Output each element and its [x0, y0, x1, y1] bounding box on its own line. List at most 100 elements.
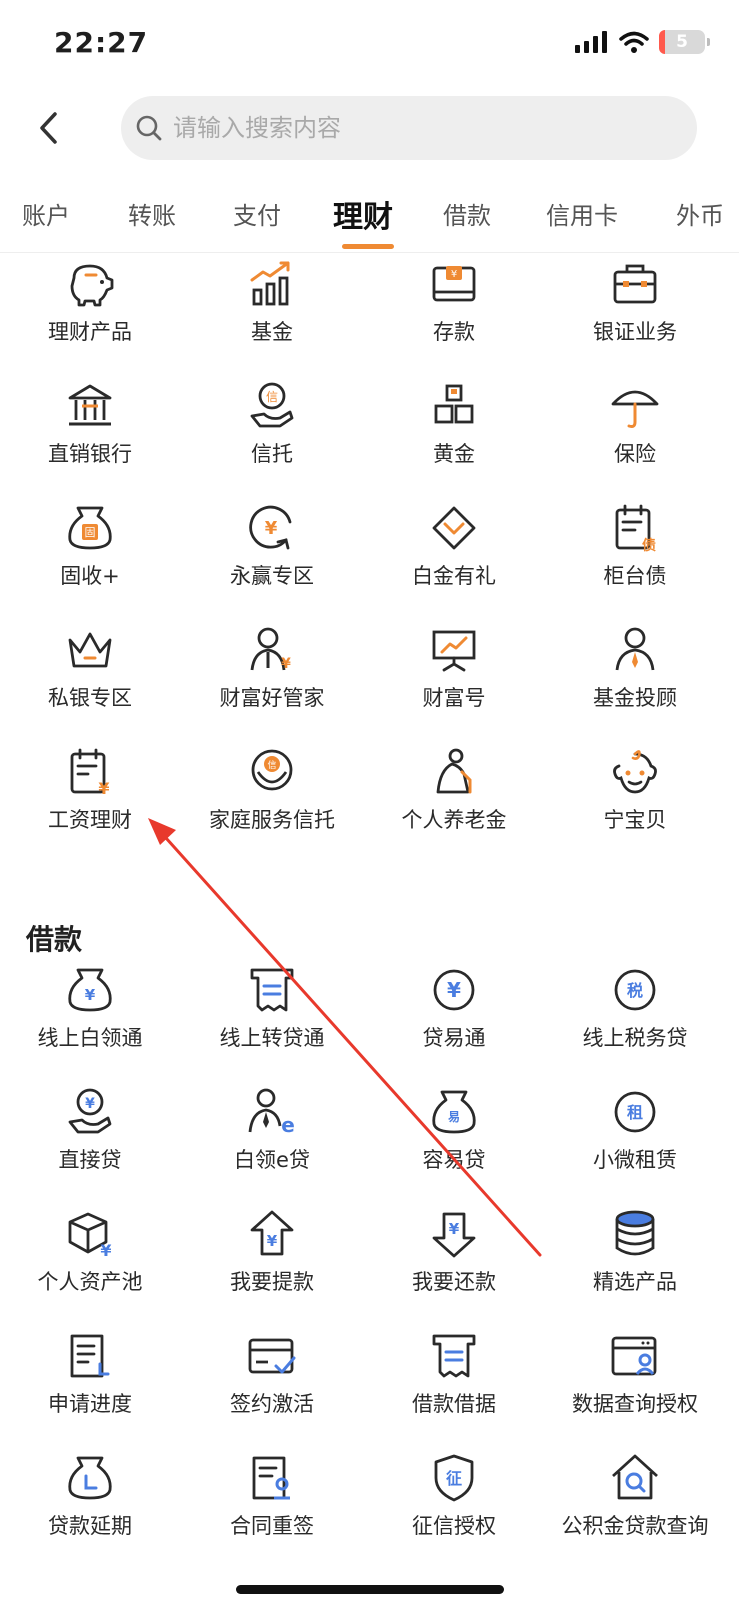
grid-item-selected-products[interactable]: 精选产品: [543, 1208, 727, 1320]
search-box[interactable]: [121, 96, 697, 160]
grid-item-salary-wealth[interactable]: ¥ 工资理财: [0, 746, 182, 858]
grid-item-withdraw[interactable]: ¥ 我要提款: [180, 1208, 364, 1320]
grid-item-label: 柜台债: [603, 564, 667, 588]
tab-transfer[interactable]: 转账: [128, 196, 176, 231]
tab-loan[interactable]: 借款: [443, 196, 491, 231]
grid-item-label: 个人资产池: [37, 1270, 143, 1294]
grid-item-label: 签约激活: [230, 1392, 314, 1416]
grid-item-label: 保险: [614, 442, 656, 466]
grid-item-wealth-products[interactable]: 理财产品: [0, 258, 182, 370]
grid-item-online-tax-loan[interactable]: 税 线上税务贷: [543, 964, 727, 1076]
fund-chart-icon: [250, 261, 290, 306]
briefcase-icon: [613, 264, 657, 304]
presentation-board-icon: [432, 630, 476, 672]
grid-item-data-query-auth[interactable]: 数据查询授权: [543, 1330, 727, 1442]
grid-item-application-progress[interactable]: 申请进度: [0, 1330, 182, 1442]
grid-item-dai-yi-tong[interactable]: ¥ 贷易通: [362, 964, 546, 1076]
cellular-signal-icon: [575, 31, 607, 53]
grid-item-contract-resign[interactable]: 合同重签: [180, 1452, 364, 1564]
wifi-icon: [619, 31, 649, 53]
svg-text:¥: ¥: [85, 1096, 95, 1112]
grid-item-loan-receipt[interactable]: 借款借据: [362, 1330, 546, 1442]
svg-text:¥: ¥: [85, 986, 96, 1004]
grid-item-direct-loan[interactable]: ¥ 直接贷: [0, 1086, 182, 1198]
back-button[interactable]: [28, 108, 68, 148]
loan-receipt-icon: [432, 1334, 476, 1378]
search-input[interactable]: [171, 113, 675, 143]
grid-item-insurance[interactable]: 保险: [543, 380, 727, 492]
grid-item-fund-advisory[interactable]: 基金投顾: [543, 624, 727, 736]
svg-text:固: 固: [85, 526, 96, 539]
grid-item-label: 直接贷: [58, 1148, 122, 1172]
active-tab-indicator: [342, 244, 394, 249]
svg-text:¥: ¥: [447, 978, 461, 1002]
grid-item-personal-asset-pool[interactable]: ¥ 个人资产池: [0, 1208, 182, 1320]
grid-item-gold[interactable]: 黄金: [362, 380, 546, 492]
loan-extension-bag-icon: [68, 1456, 112, 1500]
grid-item-fund[interactable]: 基金: [180, 258, 364, 370]
elderly-pension-icon: [436, 748, 472, 794]
grid-item-label: 基金投顾: [593, 686, 677, 710]
grid-item-label: 公积金贷款查询: [561, 1514, 709, 1538]
grid-item-family-trust[interactable]: 信 家庭服务信托: [180, 746, 364, 858]
grid-item-label: 贷易通: [422, 1026, 486, 1050]
grid-item-personal-pension[interactable]: 个人养老金: [362, 746, 546, 858]
grid-item-label: 信托: [251, 442, 293, 466]
grid-item-securities[interactable]: 银证业务: [543, 258, 727, 370]
svg-text:¥: ¥: [100, 1241, 111, 1260]
grid-item-platinum-gift[interactable]: 白金有礼: [362, 502, 546, 614]
grid-item-direct-bank[interactable]: 直销银行: [0, 380, 182, 492]
grid-item-trust[interactable]: 信 信托: [180, 380, 364, 492]
tab-credit-card[interactable]: 信用卡: [546, 196, 618, 231]
svg-text:¥: ¥: [267, 1232, 278, 1250]
gold-bars-icon: [434, 384, 474, 424]
grid-item-label: 数据查询授权: [572, 1392, 698, 1416]
receipt-icon: [250, 968, 294, 1012]
svg-text:债: 债: [642, 537, 656, 554]
home-indicator[interactable]: [236, 1585, 504, 1594]
grid-item-micro-leasing[interactable]: 租 小微租赁: [543, 1086, 727, 1198]
grid-item-white-collar-eloan[interactable]: e 白领e贷: [180, 1086, 364, 1198]
grid-item-ning-baby[interactable]: 宁宝贝: [543, 746, 727, 858]
grid-item-label: 容易贷: [422, 1148, 486, 1172]
grid-item-label: 基金: [251, 320, 293, 344]
grid-item-deposit[interactable]: ¥ 存款: [362, 258, 546, 370]
grid-item-sign-activate[interactable]: 签约激活: [180, 1330, 364, 1442]
grid-item-label: 线上白领通: [37, 1026, 143, 1050]
grid-item-credit-auth[interactable]: 征 征信授权: [362, 1452, 546, 1564]
tab-account[interactable]: 账户: [22, 196, 70, 231]
grid-item-online-refinance[interactable]: 线上转贷通: [180, 964, 364, 1076]
grid-item-loan-extension[interactable]: 贷款延期: [0, 1452, 182, 1564]
grid-item-counter-bond[interactable]: 债 柜台债: [543, 502, 727, 614]
grid-item-repay[interactable]: ¥ 我要还款: [362, 1208, 546, 1320]
grid-item-fixed-income[interactable]: 固 固收+: [0, 502, 182, 614]
svg-text:租: 租: [627, 1103, 643, 1122]
grid-item-easy-loan[interactable]: 易 容易贷: [362, 1086, 546, 1198]
grid-item-online-white-collar[interactable]: ¥ 线上白领通: [0, 964, 182, 1076]
grid-item-label: 理财产品: [48, 320, 132, 344]
grid-item-wealth-account[interactable]: 财富号: [362, 624, 546, 736]
baby-face-icon: [613, 750, 657, 794]
grid-item-label: 白领e贷: [234, 1148, 310, 1172]
grid-item-label: 小微租赁: [593, 1148, 677, 1172]
yen-coin-icon: ¥: [433, 969, 475, 1011]
grid-item-wealth-butler[interactable]: ¥ 财富好管家: [180, 624, 364, 736]
deposit-icon: ¥: [432, 266, 476, 302]
category-tabs: 账户 转账 支付 理财 借款 信用卡 外币: [0, 188, 739, 253]
grid-item-label: 黄金: [433, 442, 475, 466]
piggy-bank-icon: [70, 264, 114, 307]
withdraw-arrow-icon: ¥: [250, 1210, 294, 1256]
grid-item-label: 直销银行: [48, 442, 132, 466]
tab-foreign-currency[interactable]: 外币: [676, 196, 724, 231]
grid-item-yongying[interactable]: ¥ 永赢专区: [180, 502, 364, 614]
repay-arrow-icon: ¥: [432, 1212, 476, 1258]
umbrella-icon: [611, 390, 659, 428]
yen-cycle-icon: ¥: [249, 505, 292, 550]
grid-item-housing-fund-query[interactable]: 公积金贷款查询: [543, 1452, 727, 1564]
crown-icon: [68, 632, 112, 668]
tab-payment[interactable]: 支付: [233, 196, 281, 231]
grid-item-private-banking[interactable]: 私银专区: [0, 624, 182, 736]
header: [0, 96, 739, 162]
tab-wealth[interactable]: 理财: [333, 192, 393, 236]
salary-calendar-icon: ¥: [70, 748, 110, 798]
